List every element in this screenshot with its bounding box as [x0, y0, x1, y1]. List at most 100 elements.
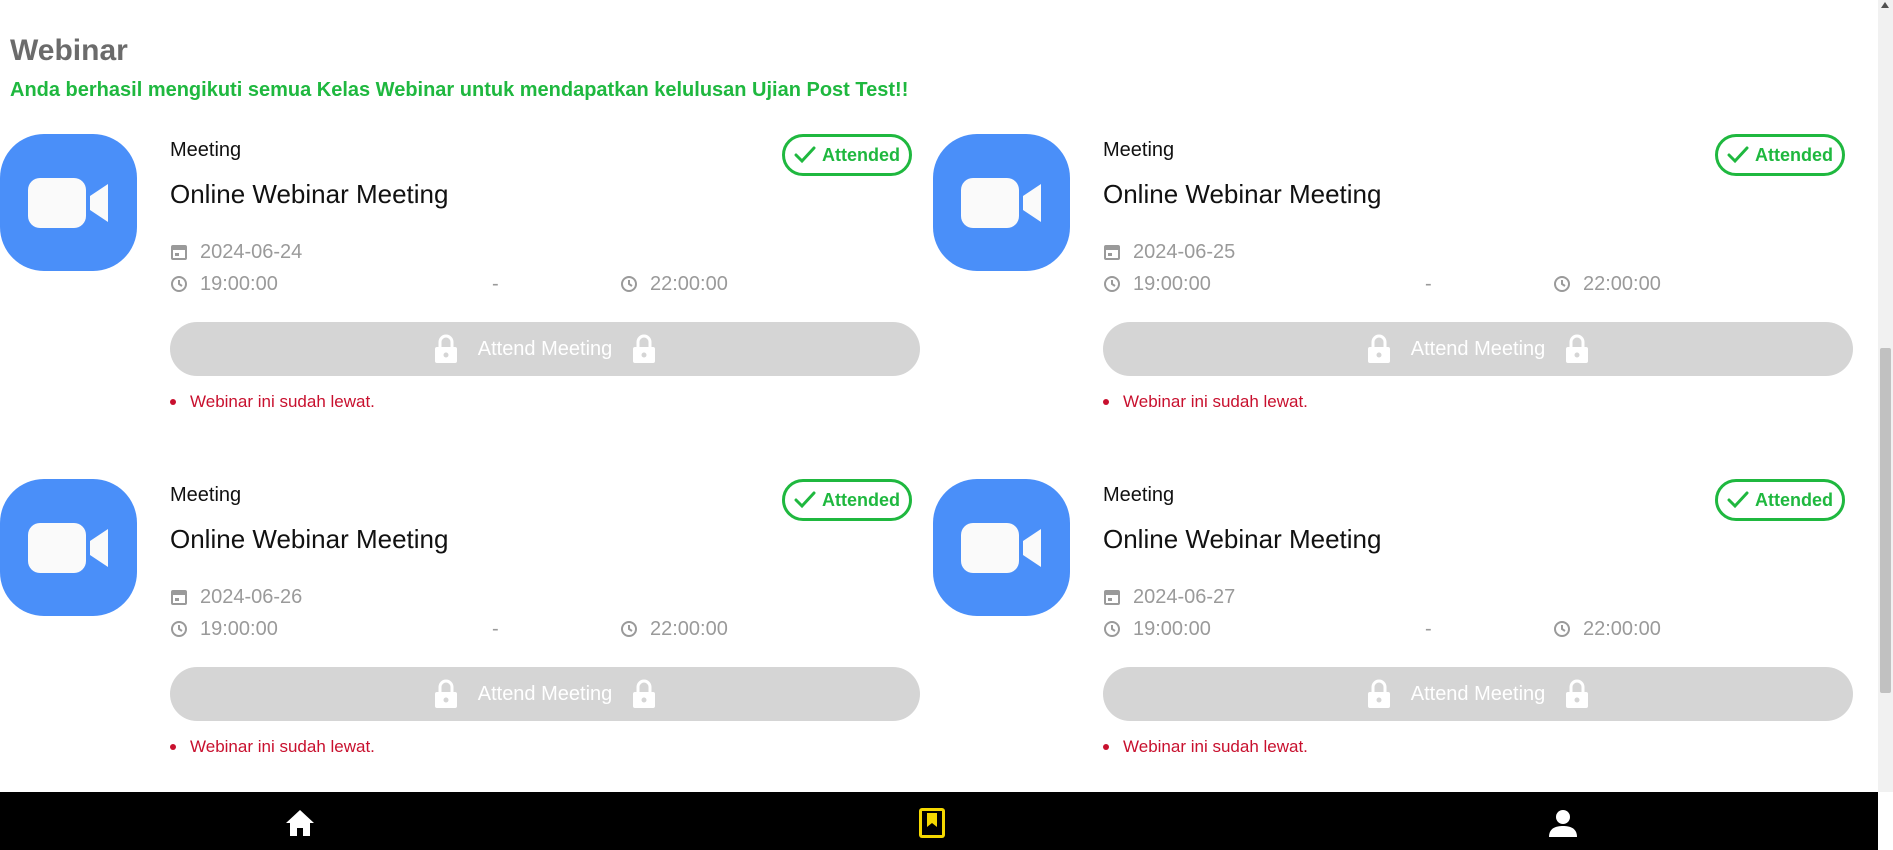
scroll-up-arrow-icon[interactable]	[1881, 2, 1889, 8]
time-row: 19:00:00 - 22:00:00	[1103, 272, 1693, 296]
expired-warning: Webinar ini sudah lewat.	[1103, 392, 1308, 412]
clock-icon	[1104, 276, 1120, 292]
webinar-kind: Meeting	[170, 139, 242, 161]
webinar-card: Meeting Online Webinar Meeting Attended …	[0, 479, 920, 779]
warning-text: Webinar ini sudah lewat.	[190, 737, 375, 756]
lock-icon	[633, 679, 656, 708]
time-start: 19:00:00	[200, 617, 278, 640]
scrollbar-thumb[interactable]	[1880, 348, 1891, 693]
calendar-icon	[1104, 590, 1120, 605]
bookmark-icon	[919, 808, 945, 838]
warning-text: Webinar ini sudah lewat.	[1123, 737, 1308, 756]
calendar-icon	[171, 590, 187, 605]
check-icon	[794, 146, 816, 164]
time-separator: -	[1425, 617, 1432, 640]
calendar-icon	[1104, 245, 1120, 260]
status-label: Attended	[822, 144, 900, 165]
time-start: 19:00:00	[200, 272, 278, 295]
nav-home[interactable]	[282, 805, 318, 841]
lock-icon	[1566, 679, 1589, 708]
expired-warning: Webinar ini sudah lewat.	[1103, 737, 1308, 757]
warning-text: Webinar ini sudah lewat.	[190, 392, 375, 411]
time-row: 19:00:00 - 22:00:00	[170, 617, 760, 641]
nav-profile[interactable]	[1545, 805, 1581, 841]
lock-icon	[633, 334, 656, 363]
clock-icon	[1554, 276, 1570, 292]
bullet	[170, 744, 176, 750]
vertical-scrollbar[interactable]	[1878, 0, 1893, 792]
completion-message: Anda berhasil mengikuti semua Kelas Webi…	[10, 79, 909, 101]
time-separator: -	[492, 272, 499, 295]
clock-icon	[1554, 621, 1570, 637]
webinar-date: 2024-06-26	[200, 585, 303, 608]
time-start: 19:00:00	[1133, 272, 1211, 295]
clock-icon	[171, 621, 187, 637]
status-label: Attended	[1755, 489, 1833, 510]
attended-badge: Attended	[1715, 479, 1845, 521]
lock-icon	[1367, 334, 1390, 363]
webinar-kind: Meeting	[1103, 139, 1175, 161]
attended-badge: Attended	[782, 134, 912, 176]
webinar-date: 2024-06-24	[200, 240, 303, 263]
check-icon	[794, 491, 816, 509]
webinar-card: Meeting Online Webinar Meeting Attended …	[933, 479, 1853, 779]
attend-meeting-label: Attend Meeting	[477, 337, 613, 360]
webinar-kind: Meeting	[1103, 484, 1175, 506]
webinar-name: Online Webinar Meeting	[1103, 524, 1382, 554]
attend-meeting-label: Attend Meeting	[1410, 337, 1546, 360]
date-row: 2024-06-27	[1103, 585, 1235, 609]
time-end: 22:00:00	[650, 272, 728, 295]
time-start: 19:00:00	[1133, 617, 1211, 640]
webinar-date: 2024-06-25	[1133, 240, 1236, 263]
time-separator: -	[1425, 272, 1432, 295]
calendar-icon	[171, 245, 187, 260]
check-icon	[1727, 491, 1749, 509]
lock-icon	[434, 679, 457, 708]
zoom-logo-icon	[933, 134, 1070, 271]
status-label: Attended	[1755, 144, 1833, 165]
attend-meeting-button[interactable]: Attend Meeting	[170, 322, 920, 376]
clock-icon	[621, 276, 637, 292]
attend-meeting-button[interactable]: Attend Meeting	[170, 667, 920, 721]
time-separator: -	[492, 617, 499, 640]
time-row: 19:00:00 - 22:00:00	[1103, 617, 1693, 641]
bottom-navigation	[0, 792, 1878, 850]
zoom-logo-icon	[0, 479, 137, 616]
check-icon	[1727, 146, 1749, 164]
home-icon	[286, 810, 314, 836]
expired-warning: Webinar ini sudah lewat.	[170, 737, 375, 757]
clock-icon	[621, 621, 637, 637]
expired-warning: Webinar ini sudah lewat.	[170, 392, 375, 412]
lock-icon	[1367, 679, 1390, 708]
bullet	[170, 399, 176, 405]
date-row: 2024-06-25	[1103, 240, 1235, 264]
bullet	[1103, 744, 1109, 750]
attend-meeting-label: Attend Meeting	[477, 682, 613, 705]
time-end: 22:00:00	[1583, 272, 1661, 295]
webinar-card: Meeting Online Webinar Meeting Attended …	[0, 134, 920, 434]
page-title: Webinar	[10, 34, 128, 67]
nav-webinar[interactable]	[914, 805, 950, 841]
webinar-name: Online Webinar Meeting	[170, 524, 449, 554]
time-end: 22:00:00	[1583, 617, 1661, 640]
attended-badge: Attended	[782, 479, 912, 521]
clock-icon	[171, 276, 187, 292]
zoom-logo-icon	[0, 134, 137, 271]
attend-meeting-button[interactable]: Attend Meeting	[1103, 322, 1853, 376]
webinar-card: Meeting Online Webinar Meeting Attended …	[933, 134, 1853, 434]
webinar-name: Online Webinar Meeting	[170, 179, 449, 209]
status-label: Attended	[822, 489, 900, 510]
zoom-logo-icon	[933, 479, 1070, 616]
clock-icon	[1104, 621, 1120, 637]
attended-badge: Attended	[1715, 134, 1845, 176]
time-end: 22:00:00	[650, 617, 728, 640]
webinar-name: Online Webinar Meeting	[1103, 179, 1382, 209]
warning-text: Webinar ini sudah lewat.	[1123, 392, 1308, 411]
bullet	[1103, 399, 1109, 405]
webinar-page: Webinar Anda berhasil mengikuti semua Ke…	[0, 0, 1878, 792]
person-icon	[1549, 810, 1577, 837]
webinar-date: 2024-06-27	[1133, 585, 1236, 608]
webinar-kind: Meeting	[170, 484, 242, 506]
attend-meeting-button[interactable]: Attend Meeting	[1103, 667, 1853, 721]
time-row: 19:00:00 - 22:00:00	[170, 272, 760, 296]
